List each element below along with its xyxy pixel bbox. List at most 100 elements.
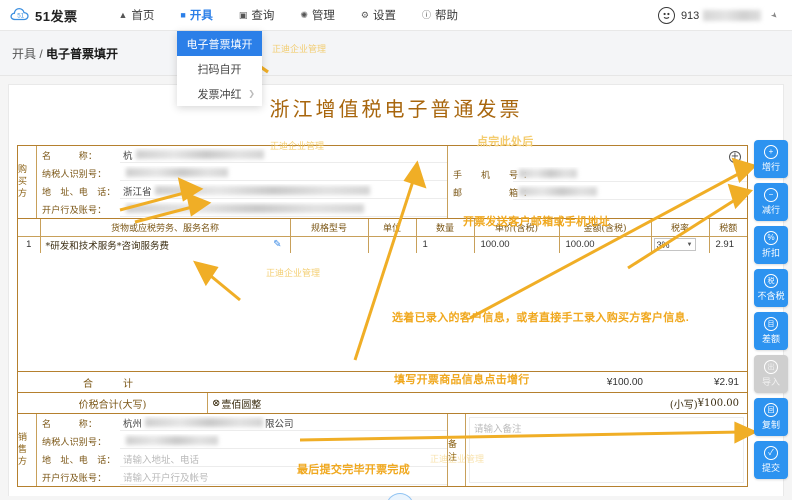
button-label: 复制 — [762, 418, 780, 431]
button-label: 导入 — [762, 375, 780, 388]
submit-button[interactable]: ✓ 提交 — [754, 441, 788, 479]
row-unit[interactable] — [368, 236, 416, 253]
user-name-masked — [703, 10, 761, 21]
home-icon: ▲ — [118, 11, 127, 20]
goods-table-header: 货物或应税劳务、服务名称 规格型号 单位 数量 单价(含税) 金额(含税) 税率… — [18, 219, 747, 236]
menu-item-invoice-red-reverse[interactable]: 发票冲红 ❯ — [177, 81, 262, 106]
nav-item-manage[interactable]: ✺ 管理 — [287, 0, 348, 31]
collapse-handle[interactable] — [386, 493, 414, 500]
circle-x-icon: ⊗ — [212, 398, 220, 409]
nav-item-home[interactable]: ▲ 首页 — [105, 0, 167, 31]
buyer-taxid-input[interactable] — [120, 166, 447, 181]
row-spec[interactable] — [290, 236, 368, 253]
check-circle-icon: ✓ — [764, 446, 778, 460]
row-index: 1 — [18, 236, 40, 253]
add-row-button[interactable]: + 增行 — [754, 140, 788, 178]
remove-row-button[interactable]: − 减行 — [754, 183, 788, 221]
cloud-51-logo-icon: 51 — [10, 6, 30, 24]
action-rail: + 增行 − 减行 % 折扣 税 不含税 目 差额 出 导入 回 复制 ✓ 提交 — [754, 140, 788, 484]
col-spec: 规格型号 — [290, 219, 368, 236]
masked-value — [519, 169, 577, 178]
masked-value — [126, 436, 218, 445]
capital-small-value: ¥100.00 — [698, 398, 739, 409]
totals-label: 合 计 — [18, 375, 208, 390]
tax-rate-value: 3% — [657, 240, 670, 250]
buyer-taxid-field[interactable]: 纳税人识别号： — [37, 164, 447, 182]
settings-icon: ⚙ — [361, 11, 369, 20]
button-label: 差额 — [762, 332, 780, 345]
tax-exclusive-button[interactable]: 税 不含税 — [754, 269, 788, 307]
col-tax-amount: 税额 — [709, 219, 747, 236]
col-goods-name: 货物或应税劳务、服务名称 — [40, 219, 290, 236]
seller-taxid-input[interactable] — [120, 434, 447, 449]
capital-label: 价税合计(大写) — [18, 393, 208, 413]
field-label: 手 机 号： — [453, 168, 513, 181]
buyer-name-field[interactable]: 名 称： 杭 — [37, 146, 447, 164]
chevron-right-icon: ❯ — [248, 89, 255, 98]
row-price[interactable]: 100.00 — [474, 236, 559, 253]
nav-item-issue[interactable]: ■ 开具 — [167, 0, 225, 31]
row-tax-rate-cell[interactable]: 3% ▼ — [651, 236, 709, 253]
menu-item-scan-self-issue[interactable]: 扫码自开 — [177, 56, 262, 81]
nav-item-label: 首页 — [131, 7, 154, 23]
breadcrumb-bar: 开具 / 电子普票填开 — [0, 31, 792, 76]
field-value: 杭 — [123, 148, 133, 162]
buyer-email-field[interactable]: 邮 箱： — [448, 183, 747, 201]
totals-tax: ¥2.91 — [651, 377, 747, 388]
watermark-2: 正迪企业管理 — [270, 139, 324, 152]
nav-item-query[interactable]: ▣ 查询 — [226, 0, 288, 31]
seller-taxid-field[interactable]: 纳税人识别号： — [37, 432, 447, 450]
invoice-card: 浙江增值税电子普通发票 购买方 名 称： 杭 纳税人识别号： — [8, 84, 784, 500]
button-label: 提交 — [762, 461, 780, 474]
masked-value — [126, 204, 364, 213]
menu-item-e-invoice-fill[interactable]: 电子普票填开 — [177, 31, 262, 56]
goods-table: 货物或应税劳务、服务名称 规格型号 单位 数量 单价(含税) 金额(含税) 税率… — [18, 219, 747, 253]
menu-item-label: 发票冲红 — [198, 86, 242, 102]
field-label: 纳税人识别号： — [42, 167, 120, 180]
buyer-mobile-input[interactable] — [513, 167, 747, 182]
main-nav: ▲ 首页 ■ 开具 ▣ 查询 ✺ 管理 ⚙ 设置 ⓘ 帮助 — [105, 0, 471, 31]
table-row[interactable]: 1 *研发和技术服务*咨询服务费 ✎ 1 100.00 100.00 — [18, 236, 747, 253]
buyer-bank-field[interactable]: 开户行及账号： — [37, 200, 447, 218]
nav-item-label: 查询 — [251, 7, 274, 23]
row-tax-amount: 2.91 — [709, 236, 747, 253]
buyer-email-input[interactable] — [513, 185, 747, 200]
row-qty[interactable]: 1 — [416, 236, 474, 253]
field-label: 邮 箱： — [453, 186, 513, 199]
col-index — [18, 219, 40, 236]
buyer-mobile-field[interactable]: 手 机 号： — [448, 165, 747, 183]
nav-item-help[interactable]: ⓘ 帮助 — [409, 0, 471, 31]
chevron-down-icon[interactable]: ➤ — [769, 10, 780, 21]
buyer-bank-input[interactable] — [120, 202, 447, 217]
row-goods-name[interactable]: *研发和技术服务*咨询服务费 ✎ — [40, 236, 290, 253]
issue-dropdown-menu: 电子普票填开 扫码自开 发票冲红 ❯ — [177, 31, 262, 106]
field-value: 浙江省 — [123, 184, 152, 198]
copy-button[interactable]: 回 复制 — [754, 398, 788, 436]
nav-item-settings[interactable]: ⚙ 设置 — [348, 0, 409, 31]
col-tax-rate: 税率 — [651, 219, 709, 236]
breadcrumb: 开具 / 电子普票填开 — [12, 45, 118, 62]
pencil-edit-icon[interactable]: ✎ — [273, 239, 281, 250]
annotation-submit-done: 最后提交完毕开票完成 — [297, 461, 410, 477]
row-amount[interactable]: 100.00 — [559, 236, 651, 253]
totals-row: 合 计 ¥100.00 ¥2.91 — [18, 372, 747, 393]
help-icon: ⓘ — [422, 11, 431, 20]
difference-button[interactable]: 目 差额 — [754, 312, 788, 350]
seller-name-field[interactable]: 名 称： 杭州 限公司 — [37, 414, 447, 432]
invoice-title: 浙江增值税电子普通发票 — [9, 85, 783, 122]
note-side-label: 备注 — [447, 414, 466, 486]
seller-name-input[interactable]: 杭州 限公司 — [120, 416, 447, 431]
field-suffix: 限公司 — [265, 416, 294, 430]
breadcrumb-parent[interactable]: 开具 — [12, 47, 36, 61]
nav-item-label: 开具 — [190, 7, 213, 23]
diff-circle-icon: 目 — [764, 317, 778, 331]
buyer-address-input[interactable]: 浙江省 — [120, 184, 447, 199]
tax-circle-icon: 税 — [764, 274, 778, 288]
tax-rate-select[interactable]: 3% ▼ — [654, 238, 696, 251]
field-label: 地 址、电 话： — [42, 185, 120, 198]
add-circle-icon[interactable]: + — [729, 151, 741, 163]
discount-button[interactable]: % 折扣 — [754, 226, 788, 264]
buyer-address-field[interactable]: 地 址、电 话： 浙江省 — [37, 182, 447, 200]
note-textarea[interactable]: 请输入备注 — [469, 417, 744, 483]
user-menu[interactable]: 913 ➤ — [658, 0, 778, 31]
